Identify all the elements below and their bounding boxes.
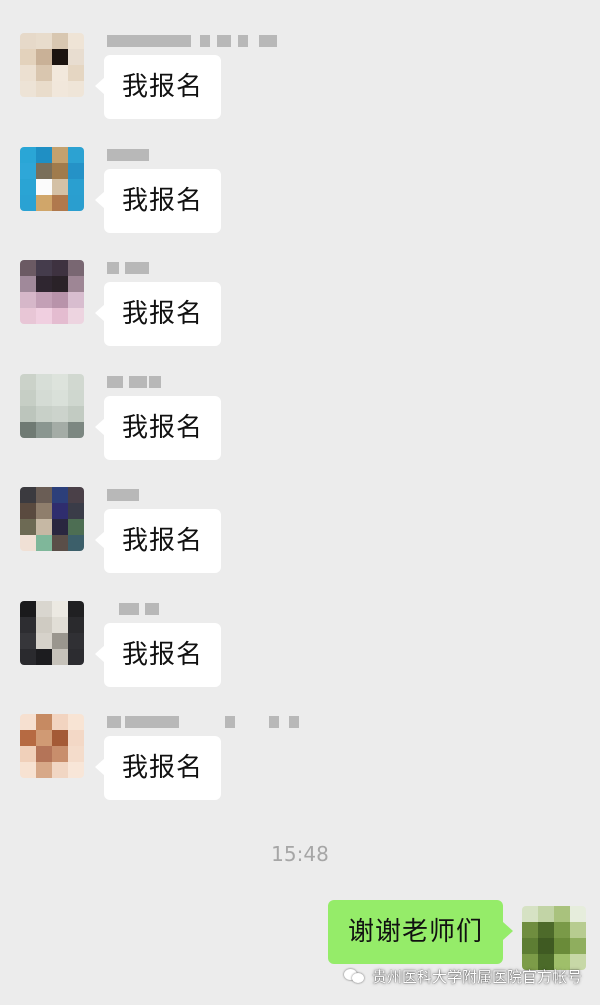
wechat-icon	[343, 967, 366, 985]
message-bubble[interactable]: 我报名	[94, 55, 222, 119]
message-row: 我报名	[0, 487, 600, 597]
message-row: 我报名	[0, 33, 600, 143]
avatar[interactable]	[20, 487, 84, 551]
message-row: 我报名	[0, 260, 600, 370]
my-message-bubble[interactable]: 谢谢老师们	[327, 900, 514, 964]
avatar[interactable]	[20, 374, 84, 438]
avatar[interactable]	[20, 601, 84, 665]
message-bubble[interactable]: 我报名	[94, 396, 222, 460]
watermark-text: 贵州医科大学附属医院官方帐号	[371, 967, 582, 986]
message-bubble[interactable]: 我报名	[94, 282, 222, 346]
message-bubble[interactable]: 我报名	[94, 623, 222, 687]
message-row: 我报名	[0, 374, 600, 484]
message-row: 我报名	[0, 714, 600, 824]
chat-view: 我报名 我报名 我报名 我报名 我报名 我报名 我报名 15:48 谢谢老师们 贵州医科大学…	[0, 0, 600, 1005]
timestamp: 15:48	[271, 842, 329, 866]
avatar[interactable]	[20, 260, 84, 324]
message-bubble[interactable]: 我报名	[94, 509, 222, 573]
avatar[interactable]	[20, 33, 84, 97]
avatar[interactable]	[20, 147, 84, 211]
my-avatar[interactable]	[522, 906, 586, 970]
message-bubble[interactable]: 我报名	[94, 169, 222, 233]
message-row: 我报名	[0, 601, 600, 711]
avatar[interactable]	[20, 714, 84, 778]
message-bubble[interactable]: 我报名	[94, 736, 222, 800]
watermark: 贵州医科大学附属医院官方帐号	[343, 963, 582, 989]
message-row: 我报名	[0, 147, 600, 257]
